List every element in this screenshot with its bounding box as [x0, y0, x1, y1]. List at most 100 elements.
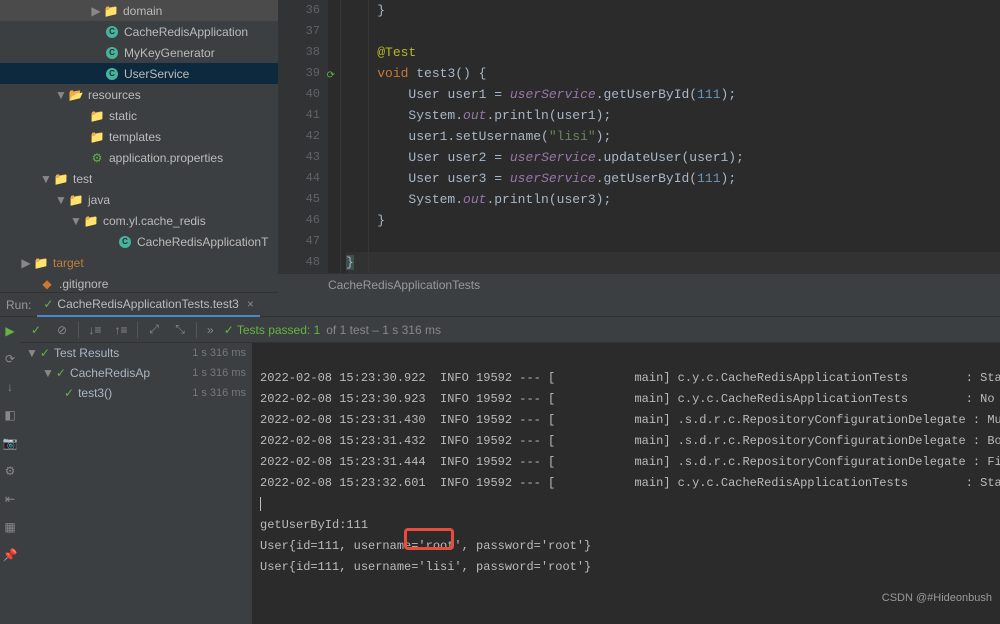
test-toolbar: ✓ ⊘ ↓≡ ↑≡ ⤢ ⤡ » ✓ Tests passed: 1 of 1 t…: [20, 317, 1000, 343]
chevron-down-icon: ▼: [55, 194, 67, 206]
folder-icon: 📁: [90, 109, 104, 123]
show-ignored-icon[interactable]: ⊘: [52, 320, 72, 340]
tree-label: application.properties: [109, 151, 223, 165]
tree-item-static[interactable]: 📁 static: [0, 105, 278, 126]
project-tree[interactable]: ▶📁domain CCacheRedisApplication CMyKeyGe…: [0, 0, 278, 292]
breadcrumb[interactable]: CacheRedisApplicationTests: [278, 273, 1000, 295]
show-passed-icon[interactable]: ✓: [26, 320, 46, 340]
tree-item-resources[interactable]: ▼📂resources: [0, 84, 278, 105]
tests-info-label: of 1 test – 1 s 316 ms: [326, 323, 441, 337]
layout-icon[interactable]: ◧: [0, 405, 20, 425]
collapse-icon[interactable]: ⤡: [170, 320, 190, 340]
expand-icon[interactable]: ⤢: [144, 320, 164, 340]
code-text: user2: [447, 150, 486, 165]
console-line: 2022-02-08 15:23:31.430 INFO 19592 --- […: [260, 413, 1000, 427]
snapshot-icon[interactable]: 📷: [0, 433, 20, 453]
test-results-tree[interactable]: ▼✓Test Results1 s 316 ms ▼✓CacheRedisAp1…: [20, 343, 252, 624]
tree-label: java: [88, 193, 110, 207]
code-text: .println(user3);: [486, 192, 611, 207]
tree-item-test[interactable]: ▼📁test: [0, 168, 278, 189]
tree-item-appprops[interactable]: ⚙ application.properties: [0, 147, 278, 168]
folder-icon: 📁: [69, 193, 83, 207]
sort-abc-icon[interactable]: ↑≡: [111, 320, 131, 340]
tree-item-java-test[interactable]: ▼📁 java: [0, 189, 278, 210]
run-sidebar: ▶ ⟳ ↓ ◧ 📷 ⚙ ⇤ ▦ 📌: [0, 317, 20, 624]
test-row-method[interactable]: ✓test3()1 s 316 ms: [20, 383, 252, 403]
more-icon[interactable]: ▦: [0, 517, 20, 537]
console-line: 2022-02-08 15:23:32.601 INFO 19592 --- […: [260, 476, 1000, 490]
tree-item-mykeygen[interactable]: CMyKeyGenerator: [0, 42, 278, 63]
code-text: User: [377, 87, 447, 102]
code-content[interactable]: } @Test void test3() { User user1 = user…: [328, 0, 1000, 273]
console-line: 2022-02-08 15:23:30.922 INFO 19592 --- […: [260, 371, 1000, 385]
class-icon: C: [118, 235, 132, 249]
code-text: user3: [447, 171, 486, 186]
stop-icon[interactable]: ↓: [0, 377, 20, 397]
code-text: user1.setUsername(: [377, 129, 549, 144]
code-text: out: [463, 108, 486, 123]
tree-label: resources: [88, 88, 141, 102]
highlight-box: [404, 528, 454, 550]
code-text: =: [486, 150, 509, 165]
run-tab[interactable]: ✓ CacheRedisApplicationTests.test3 ×: [37, 293, 260, 317]
test-label: CacheRedisAp: [70, 366, 150, 380]
code-text: System.: [377, 192, 463, 207]
code-text: @Test: [377, 45, 416, 60]
tree-item-userservice[interactable]: CUserService: [0, 63, 278, 84]
sort-icon[interactable]: ↓≡: [85, 320, 105, 340]
console-output[interactable]: 2022-02-08 15:23:30.922 INFO 19592 --- […: [252, 343, 1000, 624]
folder-icon: 📁: [104, 4, 118, 18]
tree-label: .gitignore: [59, 277, 108, 291]
tree-item-pkgtest[interactable]: ▼📁com.yl.cache_redis: [0, 210, 278, 231]
code-text: userService: [510, 171, 596, 186]
chevron-down-icon: ▼: [55, 89, 67, 101]
console-line: 2022-02-08 15:23:31.432 INFO 19592 --- […: [260, 434, 1000, 448]
tree-label: CacheRedisApplication: [124, 25, 248, 39]
rerun-icon[interactable]: ▶: [0, 321, 20, 341]
chevron-down-icon: ▼: [70, 215, 82, 227]
tree-label: static: [109, 109, 137, 123]
code-text: 111: [697, 87, 720, 102]
tree-item-domain[interactable]: ▶📁 domain: [0, 0, 278, 21]
properties-icon: ⚙: [90, 151, 104, 165]
tree-item-gitignore[interactable]: ◆.gitignore: [0, 273, 278, 292]
code-text: );: [721, 87, 737, 102]
check-icon: ✓: [56, 366, 66, 380]
exit-icon[interactable]: ⇤: [0, 489, 20, 509]
tree-item-target[interactable]: ▶📁 target: [0, 252, 278, 273]
tree-item-cacheapp[interactable]: CCacheRedisApplication: [0, 21, 278, 42]
run-tab-label: CacheRedisApplicationTests.test3: [57, 297, 238, 311]
line-gutter: 363738 39⟳ 404142 434445 464748: [278, 0, 328, 273]
folder-icon: 📁: [34, 256, 48, 270]
folder-icon: 📁: [90, 130, 104, 144]
code-text: User: [377, 171, 447, 186]
test-time: 1 s 316 ms: [192, 387, 246, 399]
check-icon: ✓: [64, 386, 74, 400]
cursor: [260, 497, 261, 511]
code-editor[interactable]: 363738 39⟳ 404142 434445 464748 } @Test …: [278, 0, 1000, 292]
tree-label: domain: [123, 4, 162, 18]
toggle-icon[interactable]: ⟳: [0, 349, 20, 369]
package-icon: 📁: [84, 214, 98, 228]
settings-icon[interactable]: ⚙: [0, 461, 20, 481]
tree-label: CacheRedisApplicationT: [137, 235, 268, 249]
chevron-down-icon: ▼: [40, 173, 52, 185]
test-pass-icon: ✓: [43, 297, 53, 311]
close-icon[interactable]: ×: [247, 297, 254, 311]
test-time: 1 s 316 ms: [192, 367, 246, 379]
test-row-class[interactable]: ▼✓CacheRedisAp1 s 316 ms: [20, 363, 252, 383]
pin-icon[interactable]: 📌: [0, 545, 20, 565]
breadcrumb-text: CacheRedisApplicationTests: [328, 278, 480, 292]
tree-item-cacheapptest[interactable]: C CacheRedisApplicationT: [0, 231, 278, 252]
run-header: Run: ✓ CacheRedisApplicationTests.test3 …: [0, 293, 1000, 317]
tree-label: UserService: [124, 67, 189, 81]
console-line: User{id=111, username='lisi', password='…: [260, 560, 591, 574]
chevron-right-icon: ▶: [20, 257, 32, 269]
run-label: Run:: [6, 298, 31, 312]
tree-label: target: [53, 256, 84, 270]
chevron-right-icon: ▶: [90, 5, 102, 17]
run-tool-window: Run: ✓ CacheRedisApplicationTests.test3 …: [0, 292, 1000, 608]
test-row-root[interactable]: ▼✓Test Results1 s 316 ms: [20, 343, 252, 363]
tests-passed-label: ✓ Tests passed: 1: [224, 323, 321, 337]
tree-item-templates[interactable]: 📁templates: [0, 126, 278, 147]
